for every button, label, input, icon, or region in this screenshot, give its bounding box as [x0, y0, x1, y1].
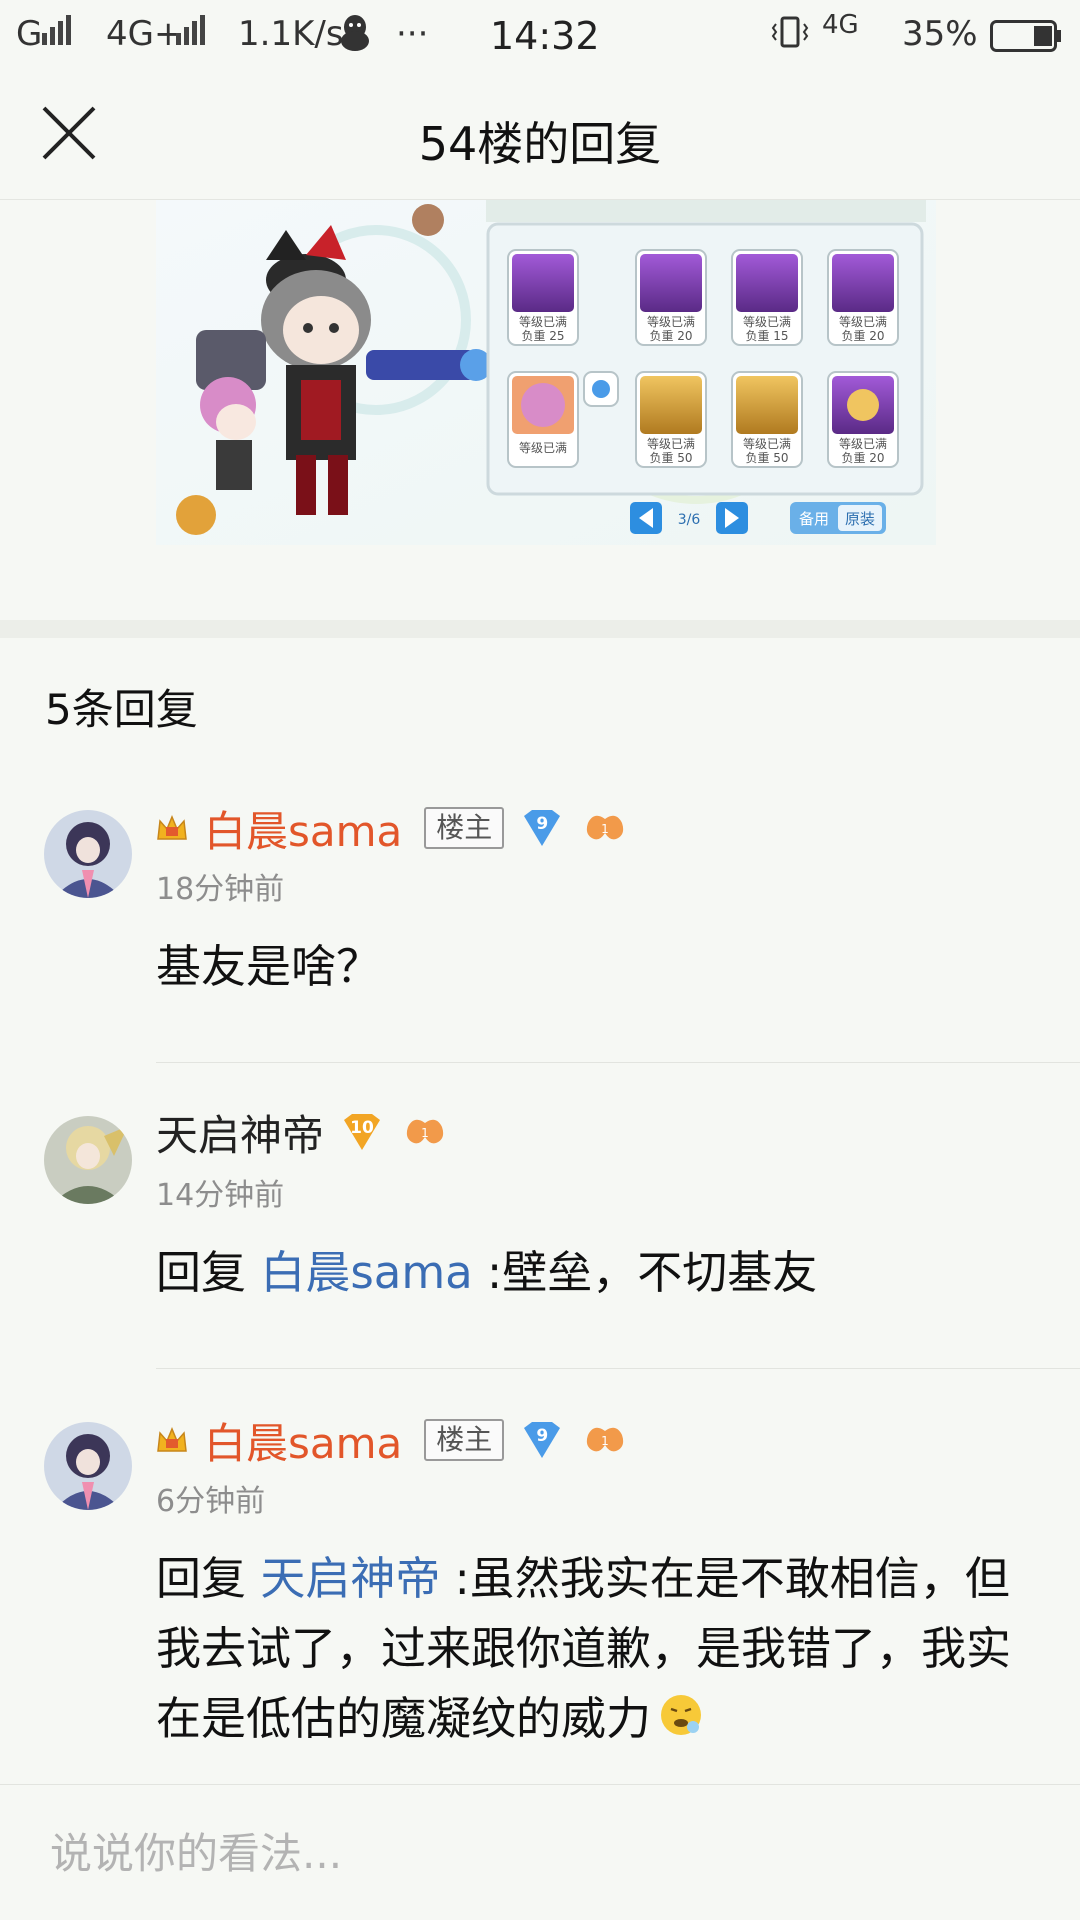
- post-image[interactable]: 等级已满 负重 25 等级已满 负重 20 等级已满 负重 15 等级已满 负重…: [156, 200, 936, 545]
- slot-label: 等级已满: [839, 315, 887, 329]
- battery-percent: 35%: [902, 14, 978, 54]
- fan-badge-icon: 1: [587, 1427, 624, 1452]
- page-title: 54楼的回复: [418, 117, 662, 171]
- reply-time: 6分钟前: [156, 1484, 266, 1519]
- signal-icon: [42, 14, 74, 54]
- vibrate-icon: [770, 14, 810, 59]
- carrier-label: G: [16, 14, 43, 54]
- original-button-label: 原装: [845, 510, 875, 528]
- slot-weight: 负重 15: [745, 329, 788, 343]
- svg-text:1: 1: [601, 822, 609, 836]
- reply-content: 回复 白晨sama :壁垒，不切基友: [156, 1246, 818, 1299]
- section-divider: [0, 620, 1080, 638]
- slot-weight: 负重 50: [649, 451, 692, 465]
- slot-label: 等级已满: [743, 315, 791, 329]
- slot-label: 等级已满: [743, 437, 791, 451]
- clock: 14:32: [490, 14, 600, 58]
- svg-text:1: 1: [421, 1126, 429, 1140]
- avatar[interactable]: [44, 810, 132, 898]
- network-type-2: 4G: [822, 10, 859, 40]
- crown-icon: [157, 815, 187, 840]
- username[interactable]: 白晨sama: [204, 1410, 402, 1471]
- avatar[interactable]: [44, 1422, 132, 1510]
- svg-text:1: 1: [601, 1434, 609, 1448]
- divider: [156, 1368, 1080, 1369]
- sneeze-emoji-icon: [659, 1687, 703, 1757]
- owner-badge: 楼主: [424, 1419, 505, 1461]
- fan-badge-icon: 1: [406, 1119, 444, 1144]
- reply-content: 基友是啥？: [156, 940, 382, 993]
- game-screenshot: 等级已满 负重 25 等级已满 负重 20 等级已满 负重 15 等级已满 负重…: [156, 200, 936, 545]
- signal-icon-2: [176, 14, 208, 54]
- reply-content: 回复 天启神帝 :虽然我实在是不敢相信，但我去试了，过来跟你道歉，是我错了，我实…: [156, 1544, 1036, 1757]
- username[interactable]: 白晨sama: [204, 798, 402, 859]
- network-type: 4G+: [106, 14, 183, 54]
- reply-time: 14分钟前: [156, 1178, 285, 1213]
- network-speed: 1.1K/s: [238, 14, 344, 54]
- slot-label: 等级已满: [839, 437, 887, 451]
- spare-button-label: 备用: [799, 510, 829, 528]
- reply-time: 18分钟前: [156, 872, 285, 907]
- slot-weight: 负重 50: [745, 451, 788, 465]
- slot-weight: 负重 20: [841, 451, 884, 465]
- more-notifications-icon: ···: [396, 14, 429, 54]
- slot-label: 等级已满: [519, 315, 567, 329]
- owner-badge: 楼主: [424, 807, 505, 849]
- level-badge: 10: [340, 1112, 384, 1152]
- status-bar: G 4G+ 1.1K/s ··· 14:32 4G 35%: [0, 0, 1080, 72]
- qq-icon: [338, 14, 372, 61]
- avatar[interactable]: [44, 1116, 132, 1204]
- battery-icon: [990, 20, 1062, 61]
- level-badge: 9: [520, 808, 564, 848]
- slot-weight: 负重 25: [521, 329, 564, 343]
- level-badge: 9: [520, 1420, 564, 1460]
- mention-link[interactable]: 天启神帝: [260, 1552, 440, 1605]
- fan-badge-icon: 1: [587, 815, 624, 840]
- username[interactable]: 天启神帝: [156, 1102, 324, 1163]
- pager-text: 3/6: [678, 512, 701, 528]
- nav-bar: 54楼的回复: [0, 72, 1080, 200]
- slot-label: 等级已满: [519, 441, 567, 455]
- divider: [156, 1062, 1080, 1063]
- mention-link[interactable]: 白晨sama: [260, 1246, 472, 1299]
- slot-weight: 负重 20: [841, 329, 884, 343]
- slot-label: 等级已满: [647, 315, 695, 329]
- comment-bar: [0, 1784, 1080, 1920]
- slot-label: 等级已满: [647, 437, 695, 451]
- reply-count: 5条回复: [45, 685, 198, 734]
- crown-icon: [157, 1427, 187, 1452]
- slot-weight: 负重 20: [649, 329, 692, 343]
- comment-input[interactable]: [0, 1785, 1080, 1920]
